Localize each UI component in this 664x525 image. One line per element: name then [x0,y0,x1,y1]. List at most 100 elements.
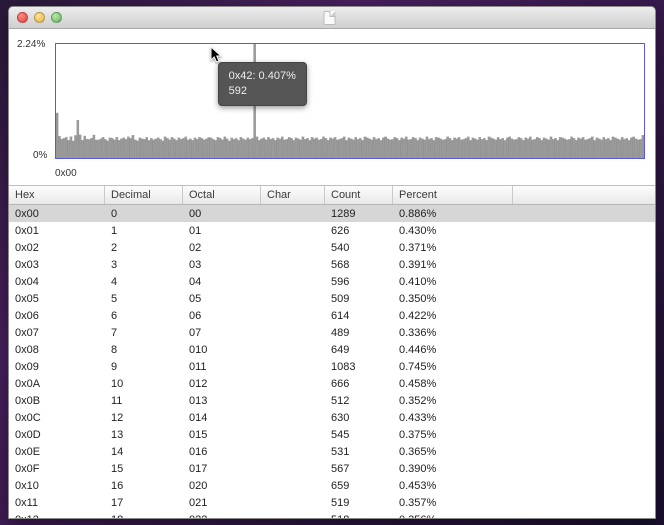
cell: 07 [183,327,261,339]
cell: 0.453% [393,480,513,492]
table-row[interactable]: 0x055055090.350% [9,290,655,307]
plot-area[interactable]: 0x42: 0.407% 592 [55,43,645,159]
cell: 626 [325,225,393,237]
col-count[interactable]: Count [325,186,393,204]
cell: 020 [183,480,261,492]
close-icon[interactable] [17,12,28,23]
cell: 0.356% [393,514,513,519]
cell: 00 [183,208,261,220]
cell: 021 [183,497,261,509]
table-row[interactable]: 0x033035680.391% [9,256,655,273]
cell: 16 [105,480,183,492]
cell: 0x10 [9,480,105,492]
cell: 0x08 [9,344,105,356]
cell: 1289 [325,208,393,220]
cell: 6 [105,310,183,322]
cell: 0.375% [393,429,513,441]
cell: 545 [325,429,393,441]
col-hex[interactable]: Hex [9,186,105,204]
cell: 0x01 [9,225,105,237]
col-char[interactable]: Char [261,186,325,204]
table-row[interactable]: 0x0C120146300.433% [9,409,655,426]
cell: 012 [183,378,261,390]
table-row[interactable]: 0x022025400.371% [9,239,655,256]
cell: 0.391% [393,259,513,271]
cell: 7 [105,327,183,339]
cell: 1 [105,225,183,237]
col-percent[interactable]: Percent [393,186,513,204]
x-axis-origin: 0x00 [55,168,77,179]
table-row[interactable]: 0x0880106490.446% [9,341,655,358]
cell: 659 [325,480,393,492]
cell: 567 [325,463,393,475]
cell: 17 [105,497,183,509]
cell: 011 [183,361,261,373]
table-row[interactable]: 0x0000012890.886% [9,205,655,222]
titlebar[interactable] [9,7,655,29]
table-row[interactable]: 0x1218022 5180.356% [9,511,655,518]
cell: 10 [105,378,183,390]
table-row[interactable]: 0x0A10012 6660.458% [9,375,655,392]
chart-tooltip: 0x42: 0.407% 592 [218,62,307,106]
table-header[interactable]: Hex Decimal Octal Char Count Percent [9,186,655,205]
cell: 013 [183,395,261,407]
cell: 11 [105,395,183,407]
col-octal[interactable]: Octal [183,186,261,204]
cell: 0x05 [9,293,105,305]
histogram-bars [56,44,644,158]
table-row[interactable]: 0x044045960.410% [9,273,655,290]
cell: 03 [183,259,261,271]
cell: 0.410% [393,276,513,288]
table-row[interactable]: 0x077074890.336% [9,324,655,341]
cell: 0.352% [393,395,513,407]
table-row[interactable]: 0x0B110135120.352% [9,392,655,409]
table-row[interactable]: 0x09901110830.745% [9,358,655,375]
cell: 0.371% [393,242,513,254]
cell: 18 [105,514,183,519]
cell: 0.886% [393,208,513,220]
cell: 649 [325,344,393,356]
cell: 630 [325,412,393,424]
cell: 0.365% [393,446,513,458]
cell: 519 [325,497,393,509]
cell: 0.336% [393,327,513,339]
cell: 518 [325,514,393,519]
cell: 017 [183,463,261,475]
cell: 0x0A [9,378,105,390]
cell: 4 [105,276,183,288]
table-row[interactable]: 0x0E14016 5310.365% [9,443,655,460]
cell: 0x0E [9,446,105,458]
cell: 3 [105,259,183,271]
table-row[interactable]: 0x11170215190.357% [9,494,655,511]
cell: 13 [105,429,183,441]
col-decimal[interactable]: Decimal [105,186,183,204]
table-row[interactable]: 0x0D130155450.375% [9,426,655,443]
cell: 0x04 [9,276,105,288]
table-row[interactable]: 0x1016020 6590.453% [9,477,655,494]
cell: 5 [105,293,183,305]
table-row[interactable]: 0x0F150175670.390% [9,460,655,477]
cell: 016 [183,446,261,458]
cell: 0.430% [393,225,513,237]
cell: 014 [183,412,261,424]
cell: 022 [183,514,261,519]
cell: 12 [105,412,183,424]
table-row[interactable]: 0x066066140.422% [9,307,655,324]
tooltip-line2: 592 [229,84,296,99]
cell: 666 [325,378,393,390]
zoom-icon[interactable] [51,12,62,23]
cell: 531 [325,446,393,458]
cell: 0.458% [393,378,513,390]
cell: 14 [105,446,183,458]
histogram-panel: 2.24% 0% 0x42: 0.407% 592 0x00 [9,29,655,185]
cell: 015 [183,429,261,441]
cell: 0x12 [9,514,105,519]
table-body[interactable]: 0x0000012890.886%0x011016260.430%0x02202… [9,205,655,518]
table-row[interactable]: 0x011016260.430% [9,222,655,239]
byte-table: Hex Decimal Octal Char Count Percent 0x0… [9,185,655,518]
histogram-chart[interactable]: 2.24% 0% 0x42: 0.407% 592 0x00 [17,39,649,183]
y-axis-min: 0% [33,150,47,161]
minimize-icon[interactable] [34,12,45,23]
cell: 0x00 [9,208,105,220]
cell: 614 [325,310,393,322]
